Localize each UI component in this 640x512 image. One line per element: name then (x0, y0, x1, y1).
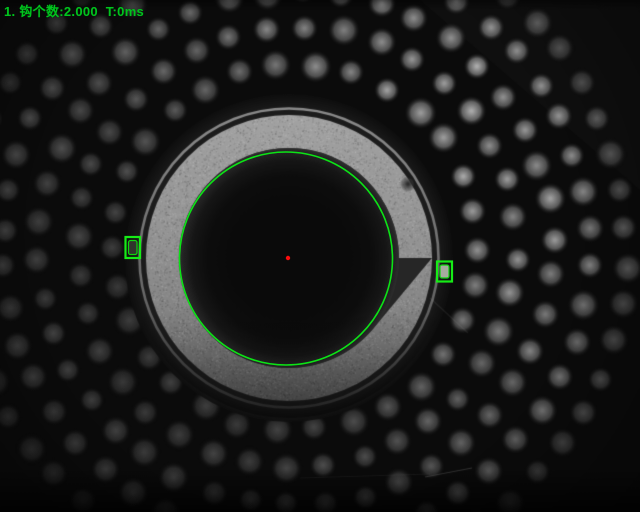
vision-viewport: 1. 钩个数:2.000 T:0ms (0, 0, 640, 512)
camera-image (0, 0, 640, 512)
status-text: 1. 钩个数:2.000 T:0ms (4, 1, 144, 20)
